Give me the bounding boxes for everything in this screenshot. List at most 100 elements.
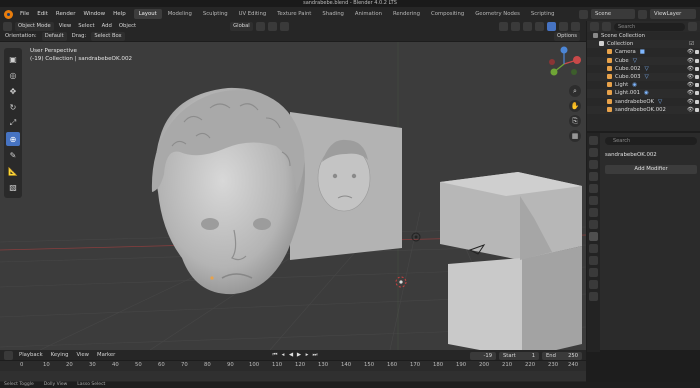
scene-tab-icon[interactable] [589,184,598,193]
render-toggle-icon[interactable] [695,91,699,96]
scene-icon[interactable] [579,9,588,19]
orientation-selector[interactable]: Default [41,32,67,41]
menu-marker[interactable]: Marker [95,350,117,361]
menu-edit[interactable]: Edit [33,7,52,21]
timeline-editor-type-icon[interactable] [4,350,13,360]
play-icon[interactable]: ▶ [296,352,302,359]
next-keyframe-icon[interactable]: ▸ [304,352,310,359]
tab-geometry-nodes[interactable]: Geometry Nodes [470,9,525,19]
current-frame-field[interactable]: -19 [470,352,496,360]
render-toggle-icon[interactable] [695,99,699,104]
start-frame-field[interactable]: Start 1 [499,352,539,360]
physics-tab-icon[interactable] [589,256,598,265]
material-tab-icon[interactable] [589,292,598,301]
scale-tool-icon[interactable]: ⤢ [6,116,20,130]
outliner-item-light-001[interactable]: Light.001 ◉ 👁 [587,89,700,98]
shading-material-icon[interactable] [559,22,568,31]
menu-playback[interactable]: Playback [17,350,45,361]
box-bottom-side[interactable] [518,246,582,350]
data-tab-icon[interactable] [589,280,598,289]
scene-collection-row[interactable]: Scene Collection [587,32,700,40]
visibility-eye-icon[interactable]: 👁 [687,73,694,81]
tab-uv-editing[interactable]: UV Editing [234,9,272,19]
measure-tool-icon[interactable]: 📐 [6,164,20,178]
outliner-item-sandrabebeok[interactable]: sandrabebeOK ▽ 👁 [587,98,700,106]
outliner-item-cube-002[interactable]: Cube.002 ▽ 👁 [587,65,700,73]
menu-render[interactable]: Render [52,7,80,21]
tab-texture-paint[interactable]: Texture Paint [272,9,316,19]
move-tool-icon[interactable]: ✥ [6,84,20,98]
mode-selector[interactable]: Object Mode [15,22,54,31]
render-tab-icon[interactable] [589,148,598,157]
outliner-item-light[interactable]: Light ◉ 👁 [587,81,700,89]
shading-solid-icon[interactable] [547,22,556,31]
object-tab-icon[interactable] [589,220,598,229]
modifier-tab-icon[interactable] [589,232,598,241]
drag-selector[interactable]: Select Box [91,32,125,41]
menu-object[interactable]: Object [117,21,138,32]
constraints-tab-icon[interactable] [589,268,598,277]
visibility-eye-icon[interactable]: 👁 [687,81,694,89]
select-box-tool-icon[interactable]: ▣ [6,52,20,66]
render-toggle-icon[interactable] [695,83,699,88]
shading-rendered-icon[interactable] [571,22,580,31]
menu-window[interactable]: Window [79,7,109,21]
add-cube-tool-icon[interactable]: ▧ [6,180,20,194]
outliner-item-camera[interactable]: Camera ■ 👁 [587,48,700,56]
render-toggle-icon[interactable] [695,66,699,71]
visibility-icon[interactable] [499,22,508,31]
tab-animation[interactable]: Animation [350,9,387,19]
view-layer-tab-icon[interactable] [589,172,598,181]
viewlayer-icon[interactable] [638,9,647,19]
tab-sculpting[interactable]: Sculpting [198,9,233,19]
display-mode-icon[interactable] [602,22,611,31]
collection-row[interactable]: Collection ☑ [587,40,700,49]
add-modifier-button[interactable]: Add Modifier [605,165,697,174]
blender-logo-icon[interactable] [4,9,13,19]
perspective-toggle-icon[interactable]: ▦ [569,130,581,142]
menu-keying[interactable]: Keying [49,350,71,361]
menu-help[interactable]: Help [109,7,130,21]
scene-selector[interactable]: Scene [591,9,635,19]
particles-tab-icon[interactable] [589,244,598,253]
visibility-eye-icon[interactable]: 👁 [687,106,694,114]
visibility-eye-icon[interactable]: 👁 [687,89,694,97]
output-tab-icon[interactable] [589,160,598,169]
collection-checkbox-icon[interactable]: ☑ [689,40,694,48]
tab-compositing[interactable]: Compositing [426,9,469,19]
pan-view-icon[interactable]: ✋ [569,100,581,112]
3d-viewport[interactable]: User Perspective (-19) Collection | sand… [0,42,586,350]
outliner-item-sandrabebeok-002[interactable]: sandrabebeOK.002 👁 [587,105,700,114]
menu-add[interactable]: Add [100,21,114,32]
outliner-search-input[interactable]: Search [614,22,685,31]
tab-shading[interactable]: Shading [317,9,349,19]
options-button[interactable]: Options [553,32,580,41]
pivot-icon[interactable] [255,22,265,31]
jump-end-icon[interactable]: ⏭ [312,352,318,359]
play-reverse-icon[interactable]: ◀ [288,352,294,359]
tab-layout[interactable]: Layout [133,9,162,19]
tab-scripting[interactable]: Scripting [526,9,560,19]
zoom-view-icon[interactable]: ⌕ [569,85,581,97]
end-frame-field[interactable]: End 250 [542,352,582,360]
tool-tab-icon[interactable] [589,136,598,145]
overlay-icon[interactable] [523,22,532,31]
visibility-eye-icon[interactable]: 👁 [687,98,694,106]
rotate-tool-icon[interactable]: ↻ [6,100,20,114]
properties-search-input[interactable]: Search [605,137,697,145]
render-toggle-icon[interactable] [695,74,699,79]
outliner-item-cube-003[interactable]: Cube.003 ▽ 👁 [587,72,700,82]
tab-rendering[interactable]: Rendering [388,9,425,19]
transform-tool-icon[interactable]: ⊕ [6,132,20,146]
visibility-eye-icon[interactable]: 👁 [687,57,694,65]
menu-file[interactable]: File [16,7,33,21]
outliner-item-cube[interactable]: Cube ▽ 👁 [587,56,700,65]
menu-timeline-view[interactable]: View [74,350,91,361]
editor-type-icon[interactable] [3,22,12,31]
xray-icon[interactable] [535,22,544,31]
collection-tab-icon[interactable] [589,208,598,217]
transform-orientation-selector[interactable]: Global [230,22,253,31]
navigation-gizmo[interactable] [544,46,584,82]
viewlayer-selector[interactable]: ViewLayer [650,9,696,19]
jump-start-icon[interactable]: ⏮ [272,352,278,359]
